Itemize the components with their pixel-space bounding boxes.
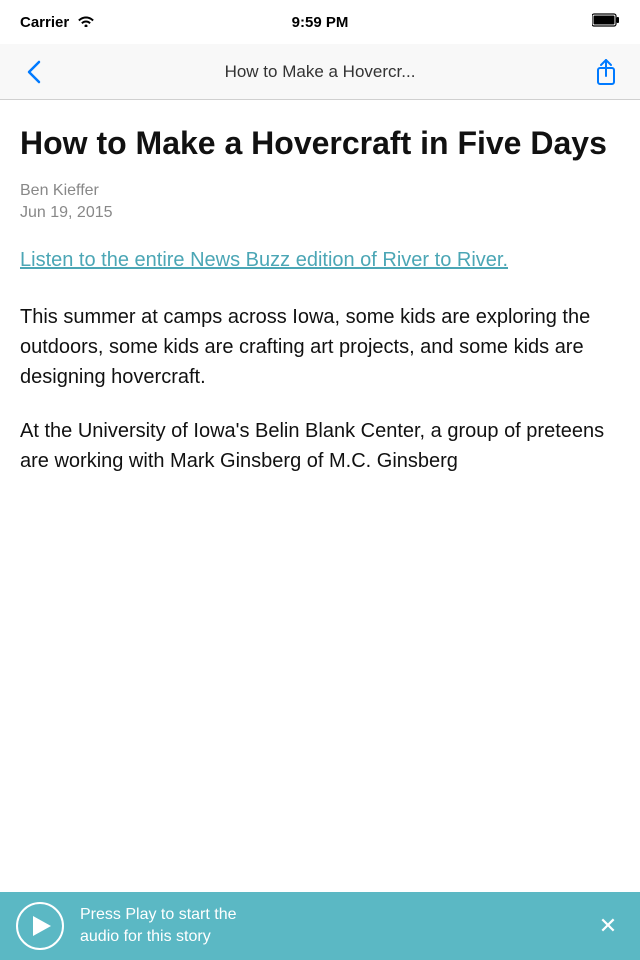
nav-bar: How to Make a Hovercr...: [0, 44, 640, 100]
close-button[interactable]: ✕: [592, 910, 624, 942]
article-link[interactable]: Listen to the entire News Buzz edition o…: [20, 246, 620, 274]
body-paragraph-2: At the University of Iowa's Belin Blank …: [20, 416, 620, 476]
play-icon: [33, 916, 51, 936]
article-date: Jun 19, 2015: [20, 204, 620, 222]
article-body: This summer at camps across Iowa, some k…: [20, 302, 620, 476]
play-button[interactable]: [16, 902, 64, 950]
article-title: How to Make a Hovercraft in Five Days: [20, 124, 620, 162]
status-time: 9:59 PM: [292, 14, 349, 31]
status-right: [592, 13, 620, 32]
battery-icon: [592, 13, 620, 32]
nav-title: How to Make a Hovercr...: [52, 62, 588, 82]
close-icon: ✕: [599, 915, 617, 937]
audio-bar: Press Play to start the audio for this s…: [0, 892, 640, 960]
body-paragraph-1: This summer at camps across Iowa, some k…: [20, 302, 620, 392]
status-left: Carrier: [20, 13, 95, 31]
status-bar: Carrier 9:59 PM: [0, 0, 640, 44]
audio-text-line2: audio for this story: [80, 928, 211, 945]
wifi-icon: [77, 13, 95, 31]
share-button[interactable]: [588, 54, 624, 90]
audio-text-line1: Press Play to start the: [80, 906, 237, 923]
back-button[interactable]: [16, 54, 52, 90]
article-content: How to Make a Hovercraft in Five Days Be…: [0, 100, 640, 892]
audio-text: Press Play to start the audio for this s…: [80, 904, 576, 947]
article-author: Ben Kieffer: [20, 182, 620, 200]
carrier-label: Carrier: [20, 14, 69, 31]
